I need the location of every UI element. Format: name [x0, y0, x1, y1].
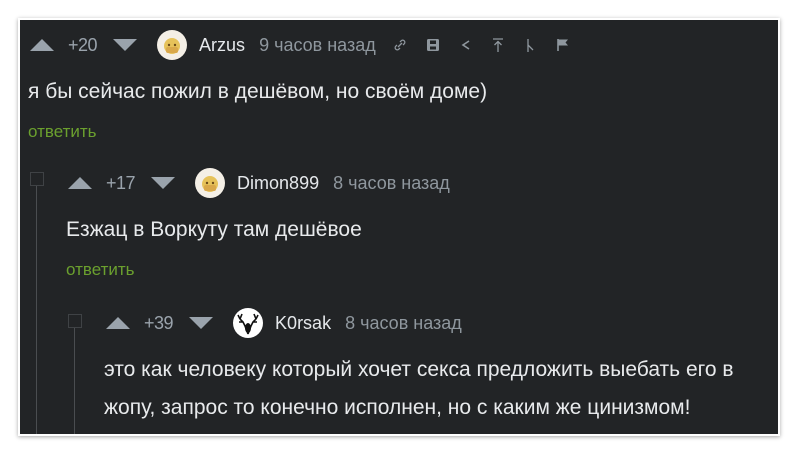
comment-author[interactable]: Arzus	[199, 35, 245, 56]
comment-score: +20	[68, 34, 98, 55]
comment-text: Езжац в Воркуту там дешёвое	[66, 218, 362, 241]
thread-line[interactable]	[74, 328, 75, 434]
collapse-thread-box[interactable]	[68, 314, 82, 328]
link-icon[interactable]	[394, 39, 406, 51]
comment-time[interactable]: 8 часов назад	[345, 313, 462, 334]
upvote-icon[interactable]	[30, 39, 54, 51]
upvote-icon[interactable]	[68, 177, 92, 189]
comment-text-line: жопу, запрос то конечно исполнен, но с к…	[104, 396, 691, 419]
reply-link[interactable]: ответить	[28, 122, 97, 142]
downvote-icon[interactable]	[113, 39, 138, 51]
report-flag-icon[interactable]	[556, 38, 570, 52]
comment-header: +17 Dimon899 8 часов назад	[68, 168, 450, 198]
comment-header: +20 Arzus 9 часов назад	[30, 30, 570, 60]
avatar[interactable]	[195, 168, 226, 198]
save-icon[interactable]	[426, 38, 440, 52]
thread-line[interactable]	[36, 186, 37, 434]
avatar[interactable]	[233, 308, 264, 338]
vote-controls: +20	[30, 34, 138, 56]
reply-link[interactable]: ответить	[66, 260, 135, 280]
upvote-icon[interactable]	[106, 317, 130, 329]
avatar-image-icon	[202, 176, 219, 192]
downvote-icon[interactable]	[151, 177, 176, 189]
vote-controls: +17	[68, 172, 176, 194]
branch-icon[interactable]	[524, 37, 536, 53]
comment-time[interactable]: 8 часов назад	[333, 173, 450, 194]
avatar[interactable]	[157, 30, 188, 60]
comment-header: +39 K0rsak 8 часов назад	[106, 308, 462, 338]
comment-author[interactable]: Dimon899	[237, 173, 319, 194]
comments-panel: +20 Arzus 9 часов назад я бы сейчас пожи…	[20, 20, 778, 434]
comment-score: +17	[106, 172, 136, 193]
comment-score: +39	[144, 312, 174, 333]
comment-time[interactable]: 9 часов назад	[259, 35, 376, 56]
vote-controls: +39	[106, 312, 214, 334]
comment-author[interactable]: K0rsak	[275, 313, 331, 334]
avatar-image-icon	[164, 38, 181, 54]
comment-text-line: это как человеку который хочет секса пре…	[104, 358, 734, 381]
collapse-thread-box[interactable]	[30, 172, 44, 186]
share-icon[interactable]	[460, 39, 472, 51]
comment-text: я бы сейчас пожил в дешёвом, но своём до…	[28, 80, 488, 103]
scroll-to-top-icon[interactable]	[492, 37, 504, 53]
comment-toolbar	[394, 37, 570, 53]
deer-avatar-icon	[237, 313, 259, 335]
screenshot-frame: +20 Arzus 9 часов назад я бы сейчас пожи…	[18, 18, 780, 436]
downvote-icon[interactable]	[189, 317, 214, 329]
